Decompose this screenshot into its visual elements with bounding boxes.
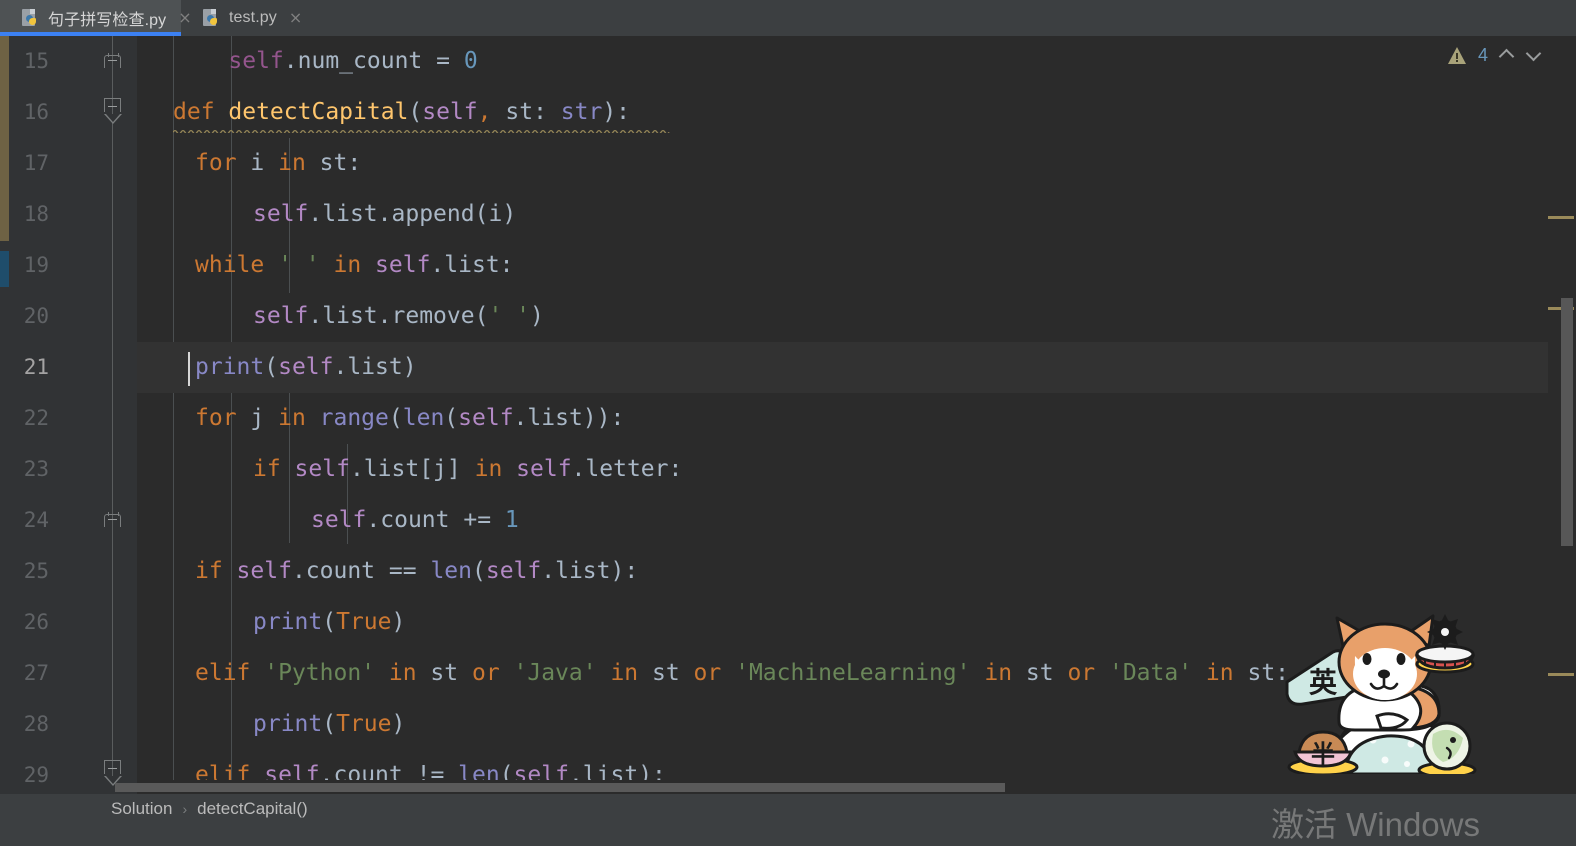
code-line-16[interactable]: def detectCapital(self, st: str): [137,87,1576,138]
fold-marker-29-box[interactable] [104,760,121,777]
code-line-28[interactable]: print(True) [137,699,1576,750]
line-number: 17 [23,151,49,175]
code-line-23[interactable]: if self.list[j] in self.letter: [137,444,1576,495]
code-line-26[interactable]: print(True) [137,597,1576,648]
code-line-19[interactable]: while ' ' in self.list: [137,240,1576,291]
code-editor[interactable]: 15 16 17 18 19 20 21 22 23 24 25 26 27 2… [0,36,1576,794]
warning-marker[interactable] [1548,216,1574,219]
code-line-text: if self.list[j] in self.letter: [253,456,683,482]
warning-marker[interactable] [1548,673,1574,676]
breadcrumb-separator-icon: › [182,801,188,817]
python-file-icon [22,9,39,27]
editor-scrollbar-marker-bar[interactable] [1548,36,1576,794]
code-line-17[interactable]: for i in st: [137,138,1576,189]
code-line-text: elif 'Python' in st or 'Java' in st or '… [195,660,1290,686]
fold-guide-line [112,36,113,781]
tab-test-py[interactable]: test.py × [181,0,302,36]
code-line-25[interactable]: if self.count == len(self.list): [137,546,1576,597]
horizontal-scrollbar[interactable] [115,780,1539,794]
breadcrumb-item-class[interactable]: Solution [111,799,172,819]
vertical-scrollbar-thumb[interactable] [1561,298,1573,546]
line-number: 27 [23,661,49,685]
fold-marker-collapse-top[interactable] [104,52,121,69]
line-number: 16 [23,100,49,124]
line-number: 22 [23,406,49,430]
horizontal-scrollbar-thumb[interactable] [115,783,1005,792]
warning-triangle-icon [1447,46,1467,64]
line-number-current: 21 [23,355,49,379]
code-line-text: while ' ' in self.list: [195,252,514,278]
code-line-text: self.count += 1 [311,507,519,533]
fold-marker-collapse-24[interactable] [104,511,121,528]
code-content[interactable]: self.num_count = 0 def detectCapital(sel… [137,36,1576,794]
warning-count: 4 [1477,44,1488,65]
line-number: 29 [23,763,49,787]
code-line-text: self.list.append(i) [253,201,517,227]
line-number: 24 [23,508,49,532]
editor-gutter[interactable]: 15 16 17 18 19 20 21 22 23 24 25 26 27 2… [9,36,137,794]
line-number: 20 [23,304,49,328]
tab-label: 句子拼写检查.py [48,12,167,29]
code-line-text: print(True) [253,609,406,635]
line-number: 26 [23,610,49,634]
line-number: 15 [23,49,49,73]
line-number: 18 [23,202,49,226]
weak-warning-squiggle [173,130,670,133]
code-line-text: for i in st: [195,150,362,176]
line-number: 23 [23,457,49,481]
code-line-18[interactable]: self.list.append(i) [137,189,1576,240]
editor-tab-bar: 句子拼写检查.py × test.py × [0,0,1576,36]
code-line-15[interactable]: self.num_count = 0 [137,36,1576,87]
fold-marker-16-box[interactable] [104,98,121,115]
pycharm-editor-window: 句子拼写检查.py × test.py × 15 16 17 18 19 20 [0,0,1576,846]
fold-marker-region-16[interactable] [104,114,122,124]
code-line-text: if self.count == len(self.list): [195,558,639,584]
tab-sentence-spellcheck[interactable]: 句子拼写检查.py × [0,0,192,36]
code-line-text: for j in range(len(self.list)): [195,405,625,431]
code-line-27[interactable]: elif 'Python' in st or 'Java' in st or '… [137,648,1576,699]
breadcrumb-item-method[interactable]: detectCapital() [197,799,308,819]
chevron-down-icon[interactable] [1526,47,1542,63]
bottom-strip [0,824,1576,846]
chevron-up-icon[interactable] [1499,47,1515,63]
line-number: 28 [23,712,49,736]
breadcrumb: Solution › detectCapital() [0,794,1576,824]
line-number: 25 [23,559,49,583]
code-line-24[interactable]: self.count += 1 [137,495,1576,546]
code-line-20[interactable]: self.list.remove(' ') [137,291,1576,342]
close-icon[interactable]: × [289,10,302,26]
code-line-text: print(True) [253,711,406,737]
code-line-text: print(self.list) [195,354,417,380]
tab-label: test.py [229,9,277,26]
line-number: 19 [23,253,49,277]
code-line-text: self.num_count = 0 [173,48,478,74]
code-line-21-current[interactable]: print(self.list) [137,342,1576,393]
python-file-icon [203,9,220,27]
text-caret [188,352,190,386]
code-line-text: self.list.remove(' ') [253,303,544,329]
inspection-widget[interactable]: 4 [1447,42,1542,68]
code-line-22[interactable]: for j in range(len(self.list)): [137,393,1576,444]
